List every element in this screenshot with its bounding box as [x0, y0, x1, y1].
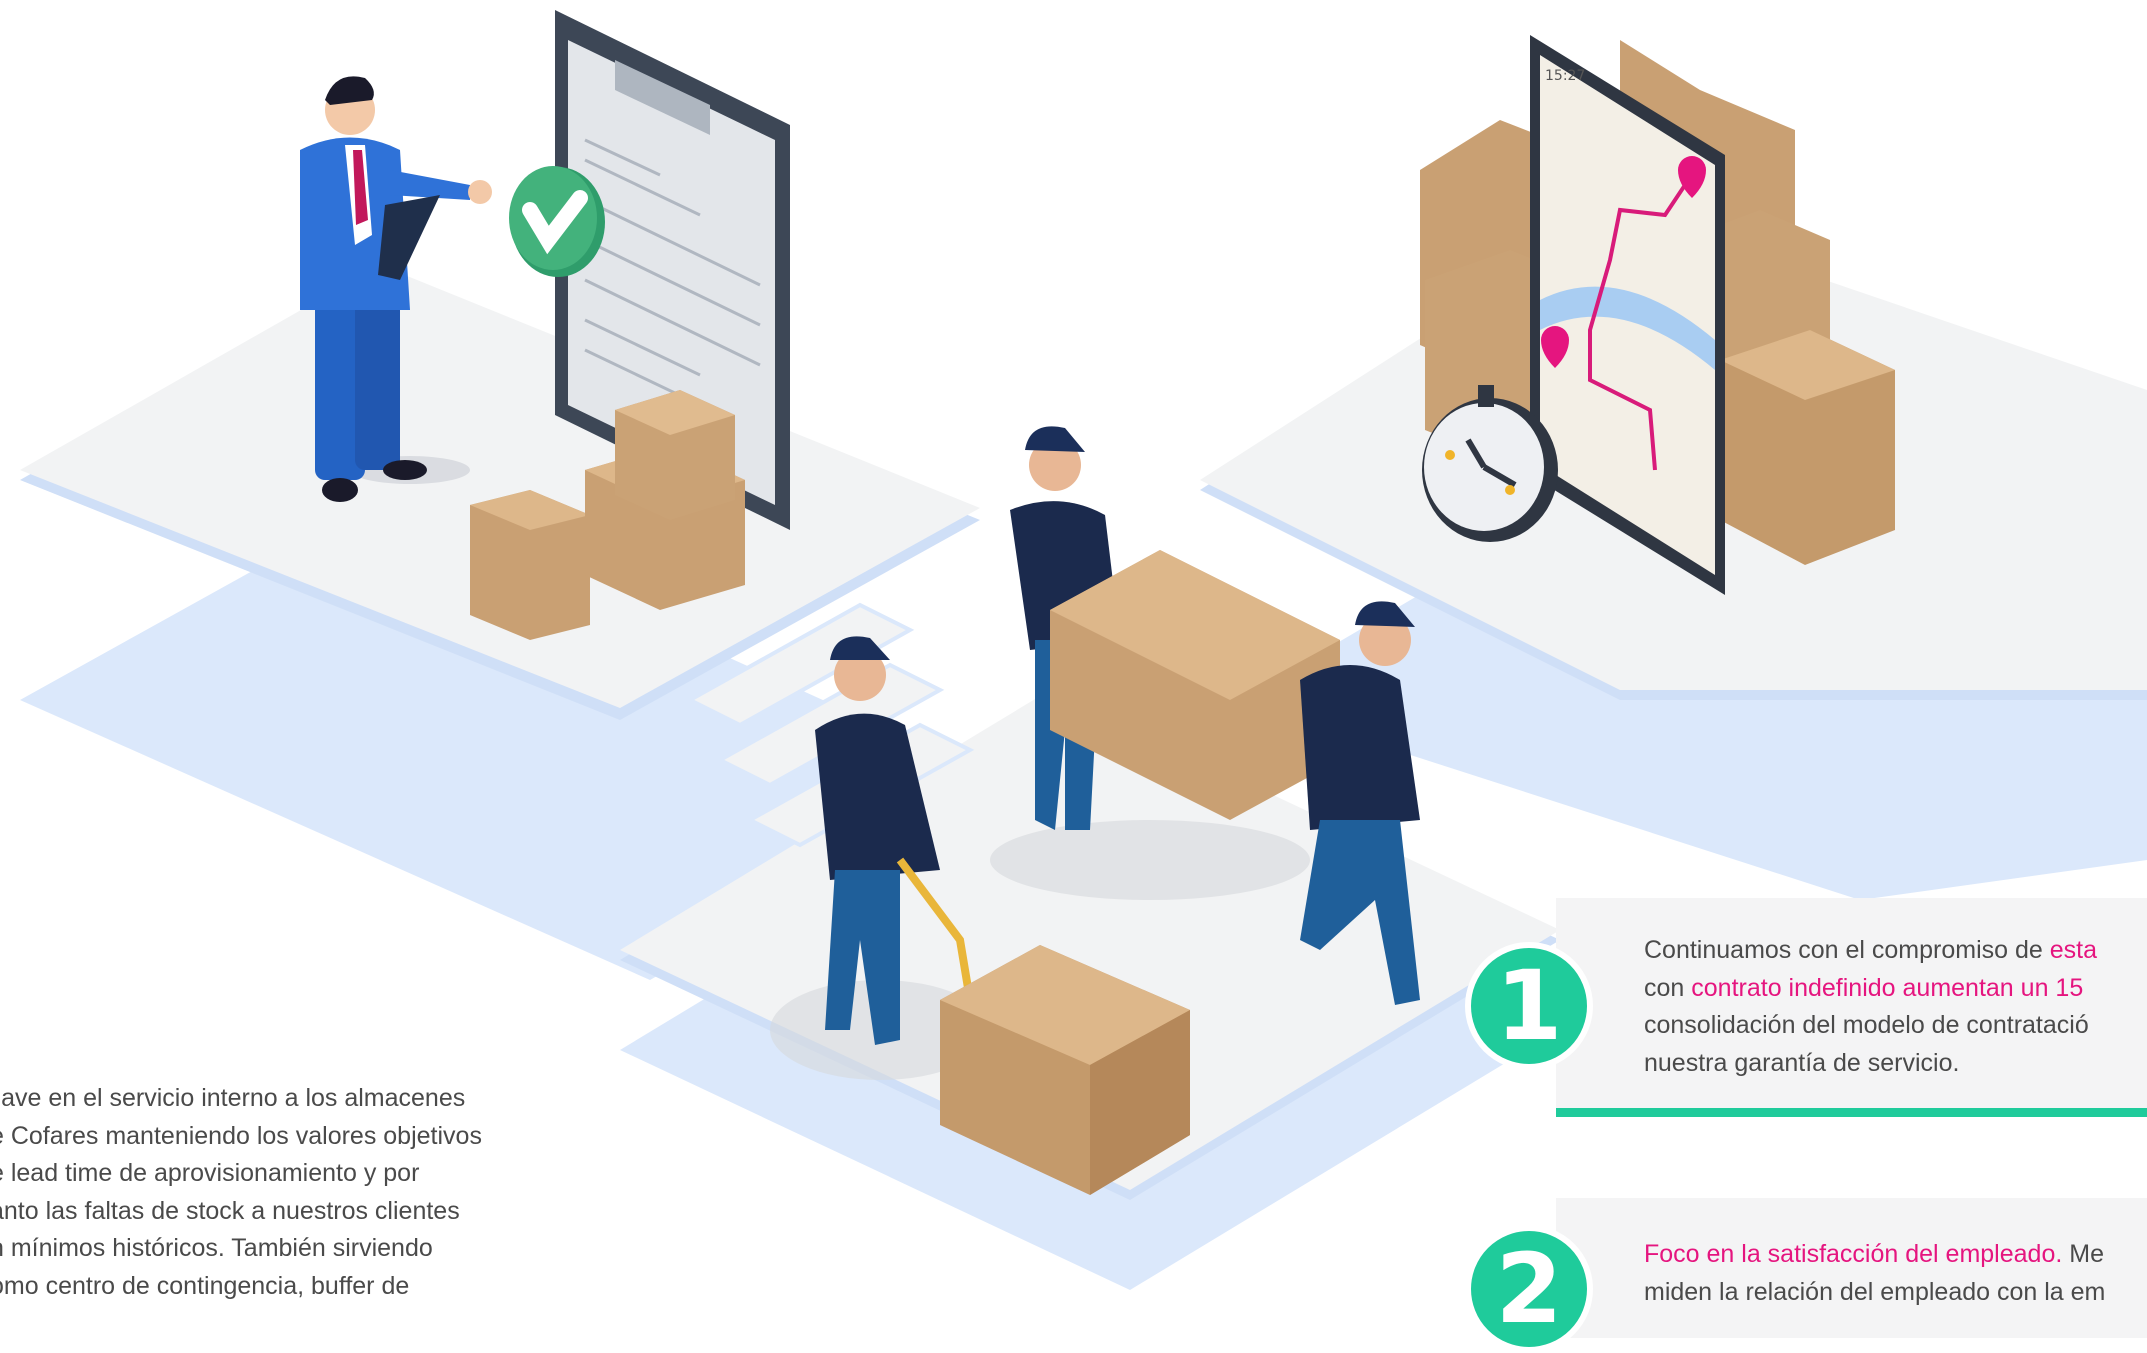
left-paragraph-line: llave en el servicio interno a los almac… — [0, 1084, 466, 1112]
left-paragraph-line: e Cofares manteniendo los valores objeti… — [0, 1121, 482, 1150]
left-paragraph-line: n mínimos históricos. También sirviendo — [0, 1234, 433, 1262]
card-1-line3-text: consolidación del modelo de contratació — [1644, 1011, 2089, 1039]
left-paragraph-line: anto las faltas de stock a nuestros clie… — [0, 1196, 460, 1225]
left-paragraph-line: e lead time de aprovisionamiento y por — [0, 1159, 420, 1187]
card-1-text: Continuamos con el compromiso de esta co… — [1644, 932, 2147, 1082]
card-1-line1-highlight: esta — [2049, 936, 2098, 964]
card-2-text: Foco en la satisfacción del empleado. Me… — [1644, 1236, 2147, 1311]
card-1-line2-text: con — [1644, 973, 1692, 1002]
left-paragraph-line: omo centro de contingencia, buffer de — [0, 1271, 410, 1300]
card-2-line1-text: Me — [2062, 1240, 2104, 1268]
info-card-1: Continuamos con el compromiso de esta co… — [1556, 898, 2147, 1117]
card-1-line4-text: nuestra garantía de servicio. — [1644, 1048, 1960, 1077]
info-card-2: Foco en la satisfacción del empleado. Me… — [1556, 1198, 2147, 1338]
check-badge-icon — [509, 166, 605, 277]
card-1-line1-text: Continuamos con el compromiso de — [1644, 936, 2050, 964]
card-2-line2-text: miden la relación del empleado con la em — [1644, 1277, 2106, 1306]
card-2-line1-highlight: Foco en la satisfacción del empleado. — [1644, 1240, 2063, 1268]
left-paragraph: llave en el servicio interno a los almac… — [0, 1080, 550, 1305]
number-badge-1: 1 — [1465, 942, 1593, 1070]
phone-status-time: 15:27 — [1545, 68, 1585, 84]
number-badge-2: 2 — [1465, 1225, 1593, 1353]
card-1-line2-highlight: contrato indefinido aumentan un 15 — [1691, 973, 2084, 1002]
